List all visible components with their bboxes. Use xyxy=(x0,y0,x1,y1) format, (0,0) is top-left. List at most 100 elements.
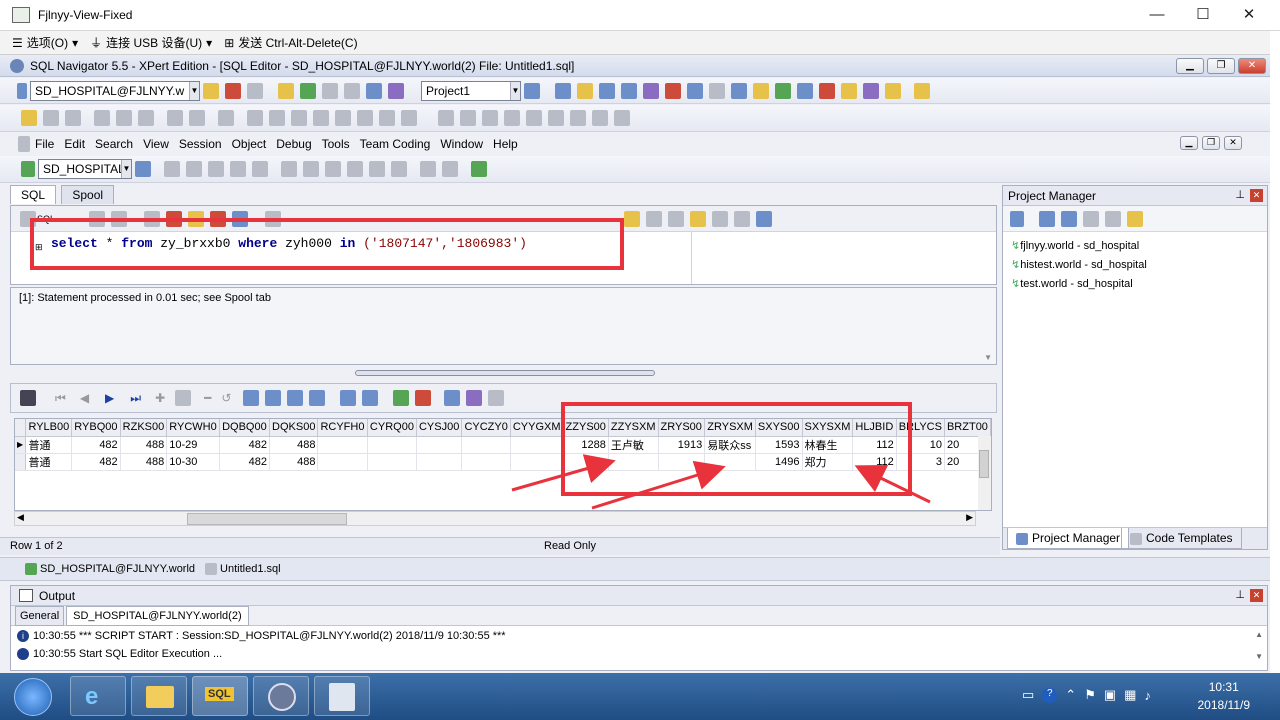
def-icon[interactable] xyxy=(243,390,260,406)
tab-project-manager[interactable]: Project Manager xyxy=(1007,528,1130,549)
show-hidden-icons[interactable]: ⌃ xyxy=(1065,687,1076,703)
n-icon[interactable] xyxy=(309,390,326,406)
scroll-down-icon[interactable]: ▼ xyxy=(984,353,992,362)
table-cell[interactable]: 482 xyxy=(71,453,121,471)
table-cell[interactable]: 普通 xyxy=(25,436,73,454)
scroll-right-icon[interactable]: ▶ xyxy=(966,512,973,523)
menu-edit[interactable]: Edit xyxy=(64,137,85,151)
stop-icon[interactable] xyxy=(344,82,360,99)
check-icon[interactable] xyxy=(366,82,382,99)
tool-icon[interactable] xyxy=(247,110,263,126)
close-icon[interactable]: ✕ xyxy=(1250,189,1263,202)
column-header[interactable]: CYCZY0 xyxy=(461,419,511,437)
tool-icon[interactable] xyxy=(230,161,246,177)
paste-icon[interactable] xyxy=(138,110,154,126)
tool-icon[interactable] xyxy=(325,161,341,177)
action-center-icon[interactable]: ▣ xyxy=(1104,687,1116,703)
child-restore-button[interactable]: ❐ xyxy=(1202,136,1220,150)
row-indicator[interactable]: ▶ xyxy=(15,436,27,454)
tool-icon[interactable] xyxy=(819,82,835,99)
grid-view-icon[interactable] xyxy=(340,390,357,406)
tool-icon[interactable] xyxy=(218,110,234,126)
tool-icon[interactable] xyxy=(731,82,747,99)
table-cell[interactable] xyxy=(416,453,463,471)
tab-session-output[interactable]: SD_HOSPITAL@FJLNYY.world(2) xyxy=(66,605,249,626)
cancel-icon[interactable] xyxy=(415,390,432,406)
tool-icon[interactable] xyxy=(756,210,773,227)
menu-object[interactable]: Object xyxy=(232,137,267,151)
pane-splitter[interactable] xyxy=(355,370,655,376)
tool-icon[interactable] xyxy=(135,161,151,177)
column-header[interactable]: RCYFH0 xyxy=(317,419,368,437)
tool-icon[interactable] xyxy=(885,82,901,99)
delete-record-icon[interactable]: ━ xyxy=(204,391,211,405)
tool-icon[interactable] xyxy=(621,82,637,99)
help-icon[interactable] xyxy=(914,82,930,99)
start-button[interactable] xyxy=(14,678,52,716)
help-icon[interactable]: ? xyxy=(1042,687,1058,703)
menu-tools[interactable]: Tools xyxy=(322,137,350,151)
minimize-button[interactable]: — xyxy=(1134,0,1180,31)
child-minimize-button[interactable]: ▁ xyxy=(1180,136,1198,150)
first-record-icon[interactable]: ⏮ xyxy=(55,391,66,406)
keyboard-icon[interactable]: ▭ xyxy=(1022,687,1034,703)
vm-menu-ctrl-alt-del[interactable]: ⊞ 发送 Ctrl-Alt-Delete(C) xyxy=(224,34,357,51)
column-header[interactable]: RZKS00 xyxy=(120,419,168,437)
close-button[interactable]: ✕ xyxy=(1226,0,1272,31)
tool-icon[interactable] xyxy=(303,161,319,177)
print-icon[interactable] xyxy=(65,110,81,126)
pin-icon[interactable]: ⊥ xyxy=(1235,588,1245,601)
table-cell[interactable]: 488 xyxy=(120,436,168,454)
tool-icon[interactable] xyxy=(466,390,483,406)
tool-icon[interactable] xyxy=(504,110,520,126)
tool-icon[interactable] xyxy=(709,82,725,99)
tool-icon[interactable] xyxy=(797,82,813,99)
prev-record-icon[interactable]: ◀ xyxy=(80,391,89,405)
tool-icon[interactable] xyxy=(442,161,458,177)
table-cell[interactable] xyxy=(317,436,368,454)
menu-file[interactable]: File xyxy=(35,137,54,151)
volume-icon[interactable]: ♪ xyxy=(1144,688,1151,703)
tab-code-templates[interactable]: Code Templates xyxy=(1121,528,1242,549)
binoculars-icon[interactable] xyxy=(668,210,685,227)
scroll-thumb[interactable] xyxy=(187,513,347,525)
menu-debug[interactable]: Debug xyxy=(276,137,311,151)
edit-record-icon[interactable] xyxy=(175,390,192,406)
pause-icon[interactable] xyxy=(322,82,338,99)
tool-icon[interactable] xyxy=(186,161,202,177)
doc-tab-connection[interactable]: SD_HOSPITAL@FJLNYY.world xyxy=(40,563,195,575)
tool-icon[interactable] xyxy=(548,110,564,126)
column-header[interactable]: RYBQ00 xyxy=(71,419,121,437)
tool-icon[interactable] xyxy=(252,161,268,177)
table-cell[interactable]: 488 xyxy=(269,436,319,454)
tool-icon[interactable] xyxy=(753,82,769,99)
project-view-icon[interactable] xyxy=(524,82,540,99)
tool-icon[interactable] xyxy=(1083,210,1099,227)
column-header[interactable]: CYRQ00 xyxy=(367,419,417,437)
app-taskbar-button[interactable] xyxy=(253,676,309,716)
detail-view-icon[interactable] xyxy=(1061,210,1077,227)
tool-icon[interactable] xyxy=(471,161,487,177)
tool-icon[interactable] xyxy=(734,210,751,227)
tool-icon[interactable] xyxy=(420,161,436,177)
cut-icon[interactable] xyxy=(94,110,110,126)
open-icon[interactable] xyxy=(21,110,37,126)
tool-icon[interactable] xyxy=(841,82,857,99)
table-cell[interactable]: 10-29 xyxy=(166,436,221,454)
tool-icon[interactable] xyxy=(775,82,791,99)
project-item[interactable]: ↯ fjlnyy.world - sd_hospital xyxy=(1003,236,1267,255)
vm-menu-usb[interactable]: ⏚ 连接 USB 设备(U) ▾ xyxy=(90,34,212,51)
column-header[interactable]: CYYGXM xyxy=(510,419,564,437)
tool-icon[interactable] xyxy=(444,390,461,406)
close-icon[interactable]: ✕ xyxy=(1250,589,1263,602)
table-cell[interactable] xyxy=(317,453,368,471)
mdi-minimize-button[interactable]: ▁ xyxy=(1176,58,1204,74)
undo-icon[interactable] xyxy=(167,110,183,126)
scroll-down-icon[interactable]: ▼ xyxy=(1255,652,1263,661)
save-icon[interactable] xyxy=(43,110,59,126)
tool-icon[interactable] xyxy=(164,161,180,177)
row-indicator[interactable] xyxy=(15,453,27,471)
table-cell[interactable]: 488 xyxy=(269,453,319,471)
ie-taskbar-button[interactable]: e xyxy=(70,676,126,716)
menu-session[interactable]: Session xyxy=(179,137,222,151)
